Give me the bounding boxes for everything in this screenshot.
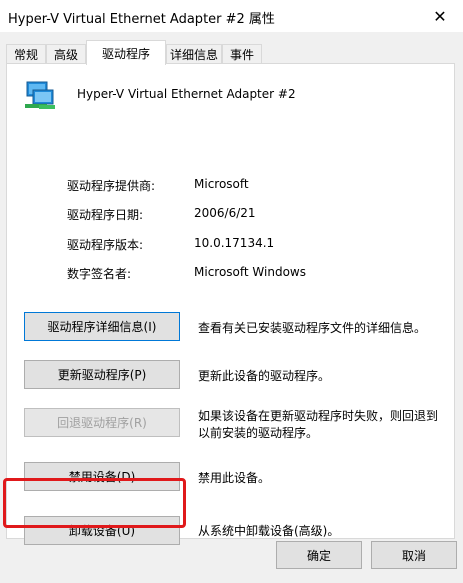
uninstall-device-desc: 从系统中卸载设备(高级)。 — [198, 524, 340, 538]
close-icon: ✕ — [433, 6, 447, 26]
tab-events[interactable]: 事件 — [222, 44, 262, 64]
tab-advanced[interactable]: 高级 — [46, 44, 86, 64]
driver-version-label: 驱动程序版本: — [67, 238, 144, 252]
tab-details[interactable]: 详细信息 — [166, 44, 222, 64]
title-bar: Hyper-V Virtual Ethernet Adapter #2 属性 ✕ — [0, 0, 463, 32]
driver-tab-panel: Hyper-V Virtual Ethernet Adapter #2 驱动程序… — [6, 63, 455, 545]
digital-signer-value: Microsoft Windows — [194, 265, 306, 279]
window-title: Hyper-V Virtual Ethernet Adapter #2 属性 — [8, 12, 275, 27]
disable-device-button[interactable]: 禁用设备(D) — [24, 462, 180, 491]
driver-provider-value: Microsoft — [194, 177, 249, 191]
tab-general[interactable]: 常规 — [6, 44, 46, 64]
dialog-body: 常规 高级 驱动程序 详细信息 事件 Hyper-V Virtual Ether… — [0, 32, 463, 583]
driver-version-value: 10.0.17134.1 — [194, 236, 275, 250]
update-driver-button[interactable]: 更新驱动程序(P) — [24, 360, 180, 389]
network-adapter-icon — [25, 81, 55, 109]
rollback-driver-button[interactable]: 回退驱动程序(R) — [24, 408, 180, 437]
driver-details-button[interactable]: 驱动程序详细信息(I) — [24, 312, 180, 341]
driver-date-label: 驱动程序日期: — [67, 208, 144, 222]
uninstall-device-button[interactable]: 卸载设备(U) — [24, 516, 180, 545]
disable-device-desc: 禁用此设备。 — [198, 471, 271, 485]
ok-button[interactable]: 确定 — [276, 541, 362, 569]
cancel-button[interactable]: 取消 — [371, 541, 457, 569]
device-name: Hyper-V Virtual Ethernet Adapter #2 — [77, 87, 296, 101]
digital-signer-label: 数字签名者: — [67, 267, 132, 281]
driver-details-desc: 查看有关已安装驱动程序文件的详细信息。 — [198, 321, 427, 335]
close-button[interactable]: ✕ — [417, 0, 463, 32]
tab-driver[interactable]: 驱动程序 — [86, 40, 166, 65]
rollback-driver-desc: 如果该设备在更新驱动程序时失败，则回退到以前安装的驱动程序。 — [198, 409, 439, 440]
driver-date-value: 2006/6/21 — [194, 206, 256, 220]
driver-provider-label: 驱动程序提供商: — [67, 179, 156, 193]
update-driver-desc: 更新此设备的驱动程序。 — [198, 369, 331, 383]
